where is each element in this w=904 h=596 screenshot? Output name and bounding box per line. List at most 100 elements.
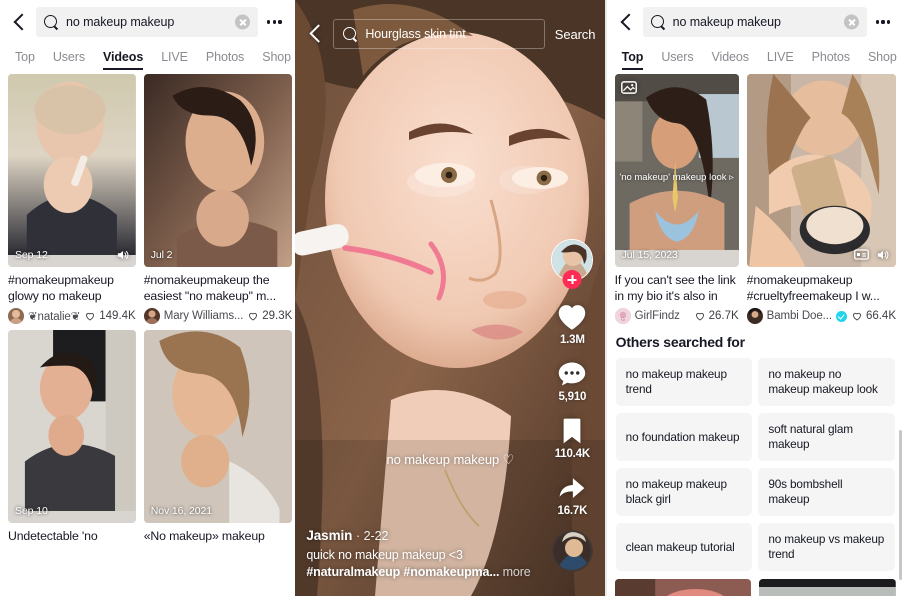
like-count: 149.4K [84, 310, 136, 322]
plus-follow-icon[interactable] [562, 270, 582, 289]
share-button[interactable]: 16.7K [556, 473, 588, 517]
tab-photos[interactable]: Photos [803, 50, 859, 70]
avatar[interactable] [746, 308, 763, 324]
comment-icon [559, 362, 586, 386]
video-username[interactable]: Mary Williams... [164, 310, 244, 322]
tab-photos[interactable]: Photos [197, 50, 253, 70]
search-input[interactable]: no makeup makeup [642, 7, 867, 37]
suggestion-chip[interactable]: clean makeup tutorial [615, 523, 753, 571]
clear-icon[interactable] [235, 14, 251, 30]
like-count-value: 26.7K [708, 310, 739, 322]
like-count: 66.4K [851, 310, 896, 322]
video-card[interactable]: Sep 10 Undetectable 'no [8, 330, 136, 544]
more-options-icon[interactable] [262, 10, 286, 34]
tab-videos[interactable]: Videos [94, 50, 152, 70]
comment-count: 5,910 [558, 391, 587, 403]
like-button[interactable]: 1.3M [556, 302, 588, 346]
next-results-row-partial [607, 571, 904, 596]
video-thumbnail[interactable] [746, 74, 896, 267]
heart-icon [852, 312, 861, 321]
suggestion-chip[interactable]: no makeup makeup trend [615, 358, 753, 406]
video-title: #nomakeupmakeup #crueltyfreemakeup I w..… [746, 273, 880, 303]
video-username[interactable]: GirlFindz [635, 310, 690, 322]
tab-users[interactable]: Users [652, 50, 702, 70]
tab-shop[interactable]: Shop [859, 50, 904, 70]
video-card[interactable]: #nomakeupmakeup #crueltyfreemakeup I w..… [746, 74, 896, 324]
video-thumbnail[interactable] [759, 579, 896, 596]
video-username[interactable]: ❦natalie❦ [28, 309, 80, 323]
back-chevron-icon[interactable] [616, 11, 638, 33]
search-input[interactable]: no makeup makeup [36, 7, 259, 37]
video-meta: Mary Williams... 29.3K [143, 308, 292, 324]
left-video-grid: Sep 12 #nomakeupmakeup glowy no makeup m… [0, 70, 295, 544]
bookmark-button[interactable]: 110.4K [555, 416, 590, 460]
thumbnail-image [8, 330, 136, 512]
tab-top[interactable]: Top [613, 50, 653, 70]
clear-icon[interactable] [844, 14, 859, 30]
vertical-scrollbar[interactable] [899, 430, 902, 580]
video-action-rail: 1.3M 5,910 110.4K 16.7K [548, 239, 596, 572]
video-date: Sep 10 [15, 505, 48, 517]
video-thumbnail[interactable]: Jul 2 [143, 74, 293, 267]
video-title: #nomakeupmakeup the easiest "no makeup" … [143, 273, 276, 303]
tab-live[interactable]: LIVE [758, 50, 803, 70]
verified-badge-icon [835, 310, 847, 322]
section-title: Others searched for [615, 334, 745, 350]
avatar[interactable] [8, 308, 24, 324]
video-thumbnail[interactable]: Nov 16, 2021 [143, 330, 293, 523]
video-card[interactable]: Sep 12 #nomakeupmakeup glowy no makeup m… [8, 74, 136, 324]
tab-users[interactable]: Users [44, 50, 94, 70]
like-count: 26.7K [694, 310, 739, 322]
video-author[interactable]: Jasmin · 2-22 [306, 528, 544, 543]
multi-image-icon [854, 248, 869, 262]
suggestion-chip[interactable]: no makeup no makeup makeup look [758, 358, 895, 406]
more-link[interactable]: more [503, 565, 531, 579]
video-thumbnail[interactable] [614, 579, 752, 596]
author-name: Jasmin [306, 528, 353, 543]
bookmark-count: 110.4K [554, 448, 590, 460]
video-thumbnail[interactable]: Sep 12 [8, 74, 136, 267]
three-panel-screenshot: no makeup makeup Top Users Videos LIVE P… [0, 0, 904, 596]
video-thumbnail[interactable]: 'no makeup' makeup look ▹ Jul 15, 2023 [614, 74, 739, 267]
suggestion-chip[interactable]: no foundation makeup [615, 413, 753, 461]
music-disc[interactable] [551, 530, 594, 572]
player-search-input[interactable]: Hourglass skin tint [333, 19, 545, 49]
avatar[interactable]: G [614, 308, 631, 324]
description-text: quick no makeup makeup <3 [306, 548, 463, 562]
video-thumbnail[interactable]: Sep 10 [8, 330, 136, 523]
video-card[interactable]: Nov 16, 2021 «No makeup» makeup [143, 330, 293, 544]
suggestion-chip[interactable]: no makeup vs makeup trend [758, 523, 895, 571]
back-chevron-icon[interactable] [9, 11, 31, 33]
back-chevron-icon[interactable] [305, 22, 329, 46]
suggestion-chip[interactable]: no makeup makeup black girl [615, 468, 753, 516]
video-meta: Bambi Doe... 66.4K [746, 308, 896, 324]
suggestion-chip-grid: no makeup makeup trend no makeup no make… [615, 358, 895, 571]
video-date: Jul 2 [150, 249, 173, 261]
thumbnail-icons [854, 248, 890, 262]
player-search-query: Hourglass skin tint [365, 27, 466, 41]
avatar[interactable] [143, 308, 160, 324]
tab-shop[interactable]: Shop [253, 50, 295, 70]
thumbnail-image [614, 74, 739, 250]
tab-videos[interactable]: Videos [703, 50, 758, 70]
video-title: If you can't see the link in my bio it's… [614, 273, 736, 303]
video-card[interactable]: 'no makeup' makeup look ▹ Jul 15, 2023 I… [614, 74, 739, 324]
tab-top[interactable]: Top [6, 50, 44, 70]
video-card[interactable]: Jul 2 #nomakeupmakeup the easiest "no ma… [143, 74, 293, 324]
author-date-separator: · [355, 529, 361, 543]
sound-on-icon [115, 248, 130, 262]
suggestion-chip[interactable]: 90s bombshell makeup [758, 468, 895, 516]
more-options-icon[interactable] [871, 10, 895, 34]
search-icon [343, 26, 358, 42]
search-button[interactable]: Search [555, 27, 596, 42]
comment-button[interactable]: 5,910 [556, 359, 588, 403]
heart-icon [695, 312, 704, 321]
suggestion-chip[interactable]: soft natural glam makeup [758, 413, 895, 461]
thumbnail-image [746, 74, 896, 267]
left-search-header: no makeup makeup [0, 0, 296, 40]
tab-live[interactable]: LIVE [152, 50, 197, 70]
photo-mode-icon [620, 80, 637, 95]
video-player[interactable]: Hourglass skin tint Search 1.3M 5,910 11… [295, 0, 605, 596]
video-username[interactable]: Bambi Doe... [767, 310, 832, 322]
creator-avatar-block[interactable] [551, 239, 594, 289]
